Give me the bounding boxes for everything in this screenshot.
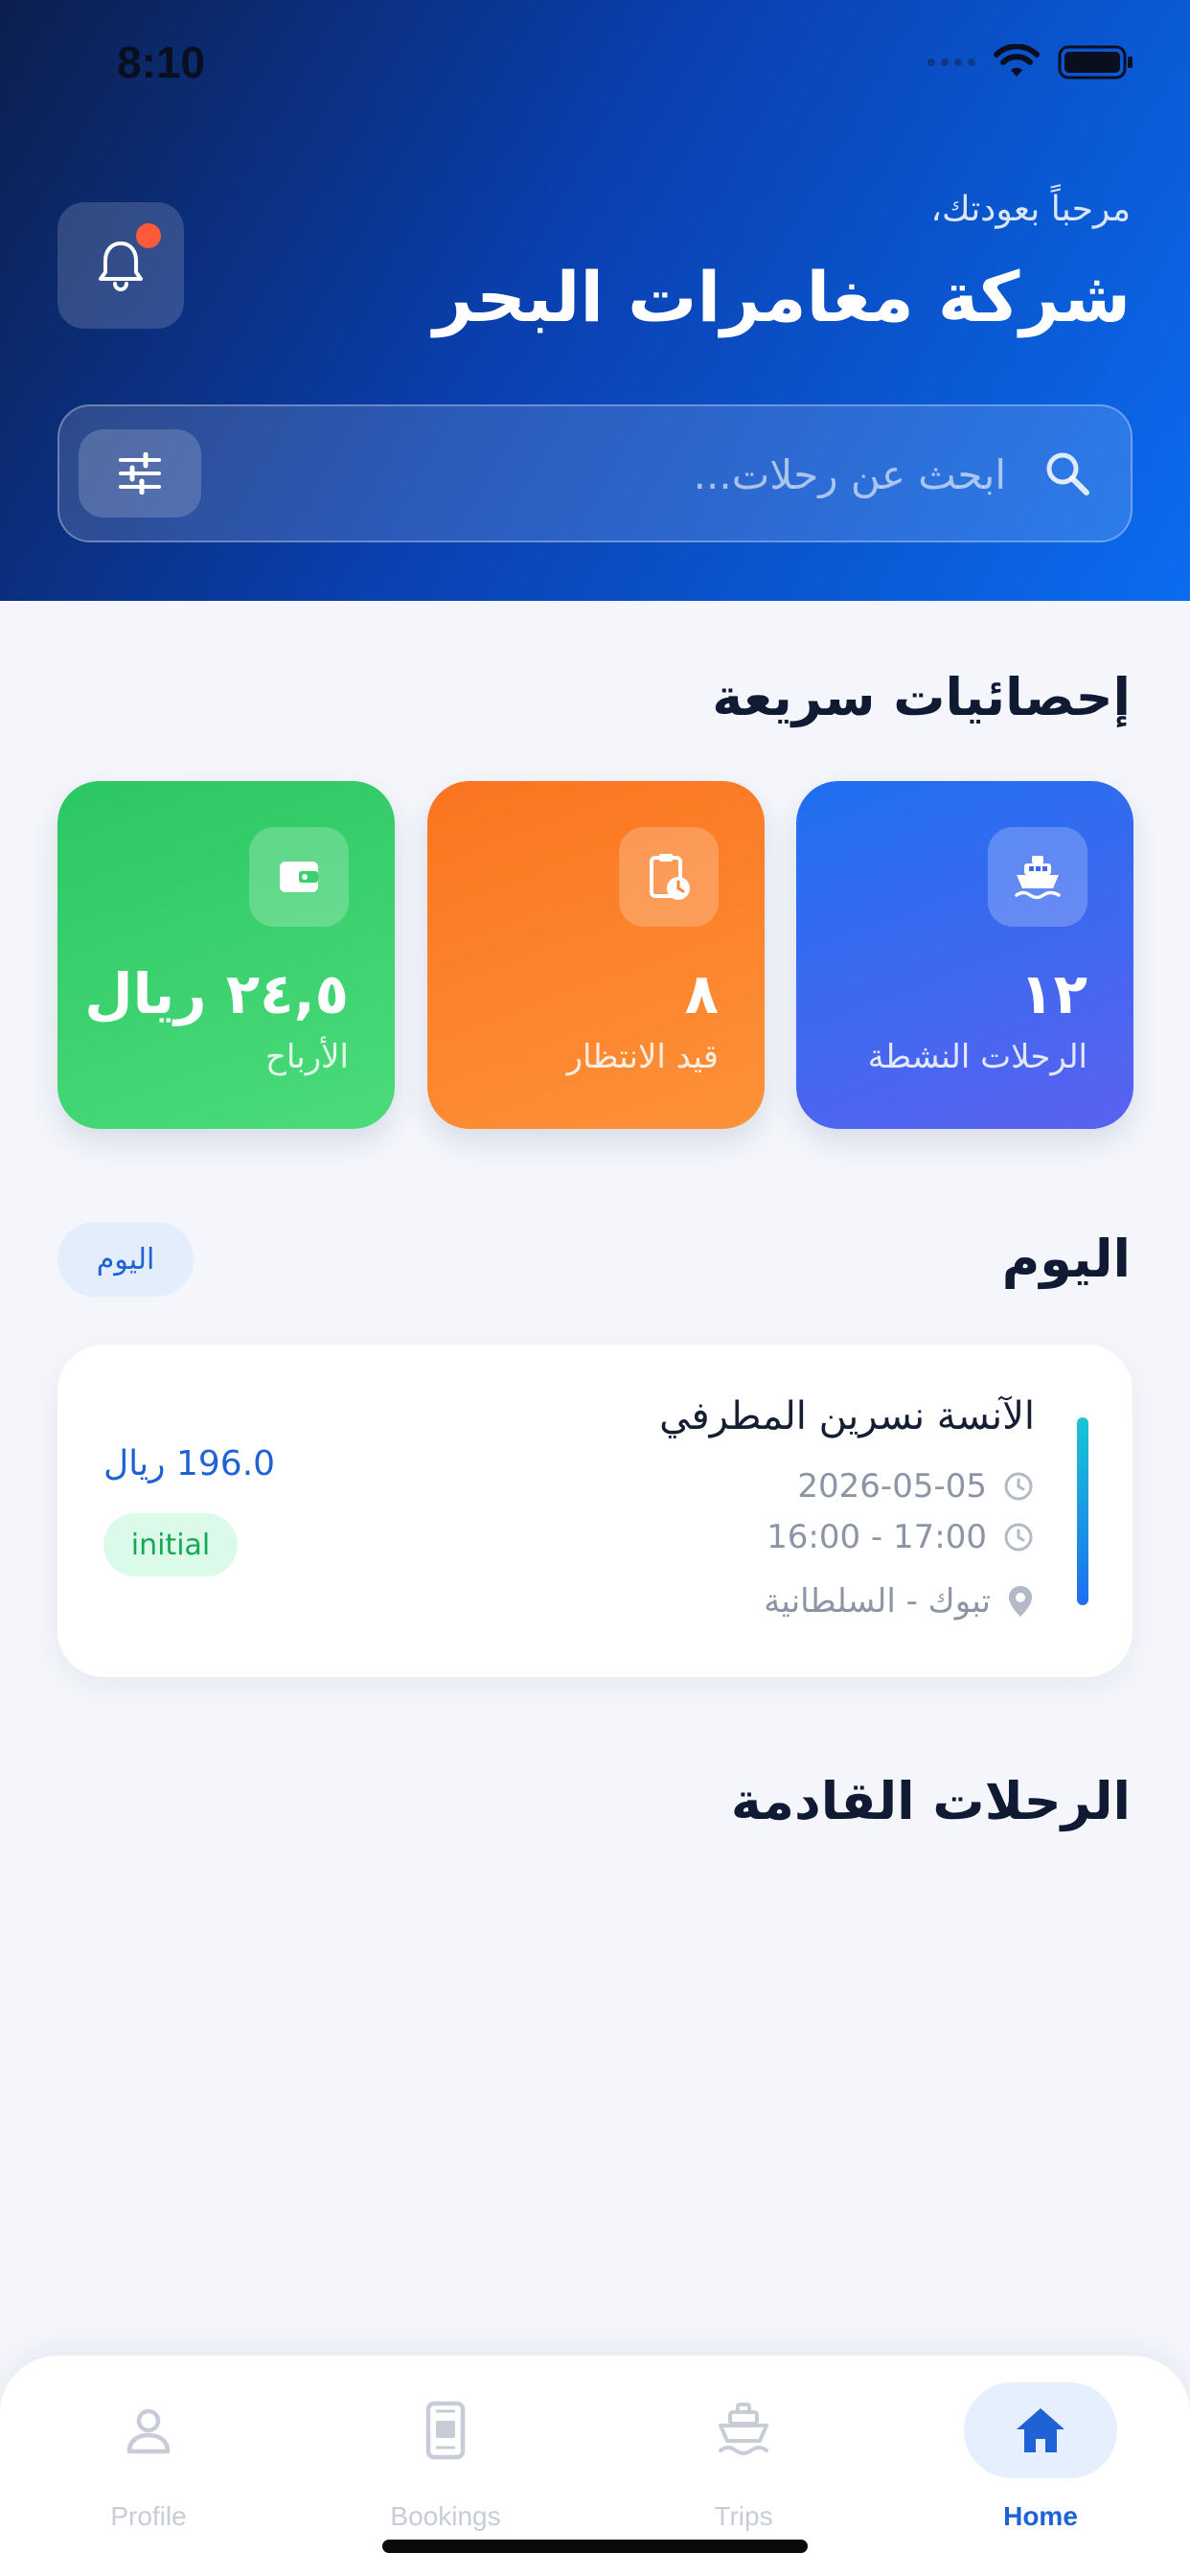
ticket-icon [425, 2401, 466, 2460]
clock-icon [1004, 1523, 1033, 1552]
home-icon [1017, 2408, 1064, 2452]
nav-label: Bookings [390, 2501, 501, 2531]
status-icons [927, 44, 1134, 80]
nav-label: Profile [110, 2501, 187, 2531]
booking-location: تبوك - السلطانية [764, 1582, 991, 1621]
stat-value: ٨ [684, 961, 719, 1026]
nav-item-home[interactable]: Home [954, 2382, 1127, 2555]
location-pin-icon [1009, 1586, 1032, 1617]
nav-icon-wrap [667, 2382, 820, 2478]
ship-icon [988, 827, 1087, 927]
battery-icon [1058, 45, 1133, 80]
person-icon [126, 2408, 171, 2454]
today-filter-chip[interactable]: اليوم [57, 1222, 194, 1297]
booking-date: 2026-05-05 [797, 1467, 987, 1506]
booking-accent-bar [1077, 1417, 1088, 1605]
wallet-icon [249, 827, 349, 927]
nav-item-profile[interactable]: Profile [62, 2382, 235, 2555]
booking-location-row: تبوك - السلطانية [764, 1582, 1035, 1621]
nav-icon-wrap [369, 2382, 522, 2478]
stat-card-pending[interactable]: ٨ قيد الانتظار [427, 781, 765, 1129]
stat-card-earnings[interactable]: ٢٤,٥ ريال الأرباح [57, 781, 395, 1129]
stat-card-active-trips[interactable]: ١٢ الرحلات النشطة [796, 781, 1133, 1129]
status-time: 8:10 [117, 37, 206, 87]
booking-price: 196.0 ريال [103, 1444, 276, 1484]
booking-time-row: 16:00 - 17:00 [767, 1518, 1035, 1556]
search-icon [1046, 452, 1089, 495]
ship-icon [719, 2403, 768, 2455]
search-bar [57, 404, 1133, 542]
app-screen: 8:10 مرحباً بعودتك، شركة مغامرات البحر ا… [0, 0, 1190, 2576]
header: 8:10 مرحباً بعودتك، شركة مغامرات البحر [0, 0, 1190, 601]
nav-item-bookings[interactable]: Bookings [359, 2382, 532, 2555]
bell-icon [99, 242, 143, 291]
stat-value: ٢٤,٥ ريال [84, 961, 349, 1026]
booking-customer-name: الآنسة نسرين المطرفي [659, 1394, 1035, 1438]
status-badge: initial [103, 1513, 238, 1576]
today-section-title: اليوم [1001, 1229, 1131, 1289]
stat-label: قيد الانتظار [566, 1038, 719, 1076]
booking-time: 16:00 - 17:00 [767, 1518, 987, 1556]
filter-sliders-icon [119, 452, 161, 494]
upcoming-section-title: الرحلات القادمة [730, 1771, 1131, 1831]
greeting-text: مرحباً بعودتك، [930, 190, 1131, 229]
booking-date-row: 2026-05-05 [797, 1467, 1035, 1506]
stats-section-title: إحصائيات سريعة [712, 667, 1131, 727]
stat-label: الرحلات النشطة [867, 1038, 1087, 1076]
signal-icon [927, 58, 975, 66]
home-indicator [382, 2540, 808, 2553]
nav-icon-wrap [72, 2382, 225, 2478]
filter-button[interactable] [79, 429, 201, 518]
nav-label: Trips [714, 2501, 773, 2531]
notifications-button[interactable] [57, 202, 184, 329]
nav-label: Home [1003, 2501, 1078, 2531]
nav-item-trips[interactable]: Trips [657, 2382, 830, 2555]
stat-value: ١٢ [1019, 961, 1087, 1026]
booking-card[interactable]: الآنسة نسرين المطرفي 2026-05-05 16:00 - … [57, 1345, 1133, 1677]
clock-icon [1004, 1472, 1033, 1501]
search-input[interactable] [232, 441, 1006, 508]
nav-icon-wrap [964, 2382, 1117, 2478]
wifi-icon [994, 44, 1040, 77]
stat-label: الأرباح [264, 1038, 349, 1076]
company-name: شركة مغامرات البحر [433, 257, 1131, 337]
clipboard-clock-icon [619, 827, 719, 927]
notification-dot [136, 223, 161, 248]
